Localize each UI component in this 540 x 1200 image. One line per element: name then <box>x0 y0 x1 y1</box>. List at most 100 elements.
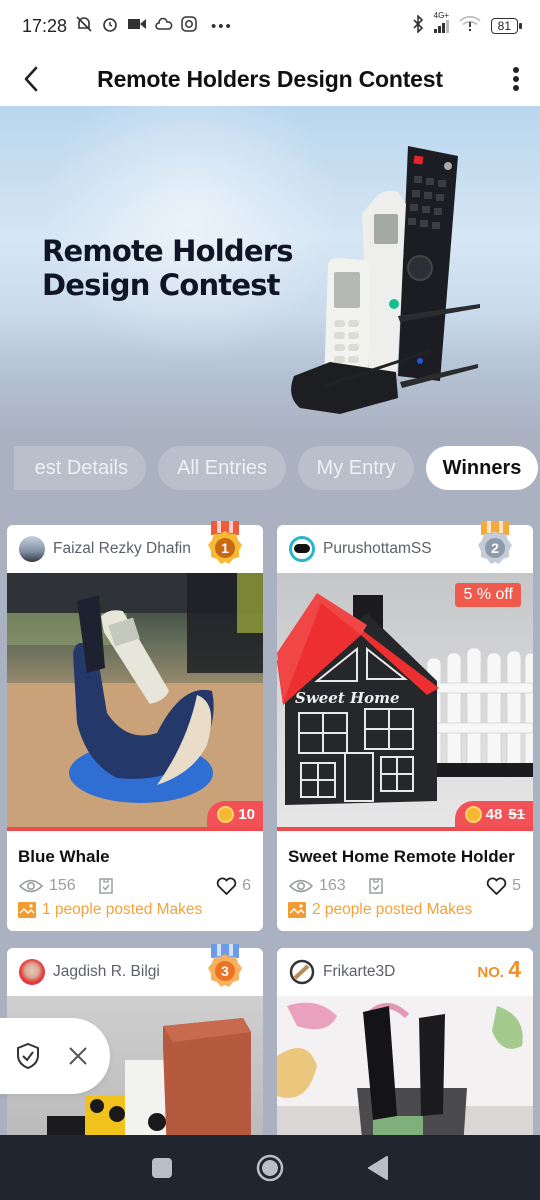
contest-tabs: est Details All Entries My Entry Winners <box>0 446 540 490</box>
makes-link[interactable]: 2 people posted Makes <box>277 897 533 919</box>
collect-icon[interactable] <box>368 877 384 895</box>
sweet-home-photo: Sweet Home <box>277 593 533 805</box>
heart-icon <box>486 877 507 895</box>
view-count: 163 <box>319 877 346 894</box>
medal-rank: 1 <box>221 540 229 556</box>
like-button[interactable]: 6 <box>216 877 251 896</box>
entry-stats: 163 5 <box>277 867 533 897</box>
medal-rank: 2 <box>491 540 499 556</box>
recents-icon[interactable] <box>151 1157 173 1179</box>
card-header: Frikarte3D NO. 4 <box>277 948 533 996</box>
eye-icon <box>19 879 43 893</box>
system-nav-bar <box>0 1135 540 1200</box>
tab-contest-details[interactable]: est Details <box>14 446 146 490</box>
video-camera-icon <box>127 17 147 35</box>
tv-remote <box>398 146 458 381</box>
coin-icon <box>464 805 482 823</box>
dot <box>513 85 519 91</box>
back-icon[interactable] <box>367 1155 389 1180</box>
author-name[interactable]: Faizal Rezky Dhafin <box>53 540 191 558</box>
app-bar: Remote Holders Design Contest <box>0 52 540 106</box>
clock: 17:28 <box>22 15 68 36</box>
floating-widget <box>0 1018 110 1094</box>
entry-card[interactable]: Frikarte3D NO. 4 <box>277 948 533 1148</box>
page-title: Remote Holders Design Contest <box>97 65 443 92</box>
card-header: PurushottamSS 2 <box>277 521 533 573</box>
gold-medal-icon: 1 <box>208 521 242 564</box>
price-badge: 48 51 <box>454 801 533 827</box>
back-button[interactable] <box>16 62 46 96</box>
cellular-signal-icon: 4G+ <box>433 11 449 33</box>
rank-prefix: NO. <box>477 964 505 981</box>
makes-link[interactable]: 1 people posted Makes <box>7 897 263 919</box>
status-bar: 17:28 ••• 4G+ 81 <box>0 0 540 52</box>
makes-text: 1 people posted Makes <box>42 901 203 918</box>
alarm-icon <box>101 15 119 37</box>
sweet-home-sign: Sweet Home <box>295 689 400 707</box>
chevron-left-icon <box>24 66 38 92</box>
entry-card[interactable]: Faizal Rezky Dhafin 1 10 Blue Whale 156 … <box>7 521 263 931</box>
price-value: 48 <box>485 805 503 823</box>
original-price: 51 <box>508 805 525 823</box>
makes-image-icon <box>288 902 306 918</box>
more-vertical-icon <box>513 67 519 73</box>
view-count: 156 <box>49 877 76 894</box>
tab-all-entries[interactable]: All Entries <box>158 446 286 490</box>
home-icon[interactable] <box>256 1154 284 1182</box>
avatar[interactable] <box>19 536 45 562</box>
card-header: Faizal Rezky Dhafin 1 <box>7 521 263 573</box>
entry-title[interactable]: Sweet Home Remote Holder <box>277 831 533 867</box>
tab-my-entry[interactable]: My Entry <box>298 446 414 490</box>
entry-image[interactable]: 10 <box>7 573 263 831</box>
makes-image-icon <box>18 902 36 918</box>
entry-stats: 156 6 <box>7 867 263 897</box>
card-header: Jagdish R. Bilgi 3 <box>7 944 263 996</box>
discount-badge: 5 % off <box>455 583 521 607</box>
like-count: 6 <box>242 877 251 894</box>
like-button[interactable]: 5 <box>486 877 521 896</box>
banner-title-line2: Design Contest <box>42 268 281 302</box>
heart-icon <box>216 877 237 895</box>
bronze-medal-icon: 3 <box>208 944 242 987</box>
author-name[interactable]: PurushottamSS <box>323 540 432 558</box>
dot <box>513 76 519 82</box>
shield-check-icon[interactable] <box>16 1042 40 1070</box>
blue-whale-photo <box>7 573 263 827</box>
more-notifications-icon: ••• <box>211 17 233 35</box>
muted-bell-icon <box>75 15 93 37</box>
avatar[interactable] <box>289 536 315 562</box>
avatar[interactable] <box>289 959 315 985</box>
author-name[interactable]: Frikarte3D <box>323 963 395 981</box>
rank-number: 4 <box>508 956 521 982</box>
collect-icon[interactable] <box>98 877 114 895</box>
rank-label: NO. 4 <box>477 956 521 983</box>
instagram-icon <box>181 16 197 36</box>
avatar[interactable] <box>19 959 45 985</box>
contest-banner: Remote Holders Design Contest <box>0 106 540 436</box>
cloud-icon <box>155 16 173 36</box>
more-options-button[interactable] <box>508 64 524 94</box>
entry-image[interactable] <box>277 996 533 1148</box>
like-count: 5 <box>512 877 521 894</box>
coin-icon <box>217 805 235 823</box>
battery-indicator: 81 <box>490 18 523 34</box>
bluetooth-icon <box>412 14 424 37</box>
makes-text: 2 people posted Makes <box>312 901 473 918</box>
medal-rank: 3 <box>221 963 229 979</box>
entry-card[interactable]: PurushottamSS 2 Sweet Home 5 % off 48 51… <box>277 521 533 931</box>
price-badge: 10 <box>207 801 263 827</box>
author-name[interactable]: Jagdish R. Bilgi <box>53 963 160 981</box>
entry-image[interactable]: Sweet Home 5 % off 48 51 <box>277 573 533 831</box>
tab-winners[interactable]: Winners <box>426 446 538 490</box>
entry-title[interactable]: Blue Whale <box>7 831 263 867</box>
close-icon[interactable] <box>68 1046 88 1066</box>
wifi-icon <box>459 16 481 36</box>
banner-title: Remote Holders Design Contest <box>42 234 294 302</box>
silver-medal-icon: 2 <box>478 521 512 564</box>
banner-title-line1: Remote Holders <box>42 234 294 268</box>
remote-cup-photo <box>277 1002 533 1148</box>
eye-icon <box>289 879 313 893</box>
remote-holder-illustration <box>291 146 480 414</box>
network-type: 4G+ <box>433 10 449 20</box>
price-value: 10 <box>238 805 255 823</box>
